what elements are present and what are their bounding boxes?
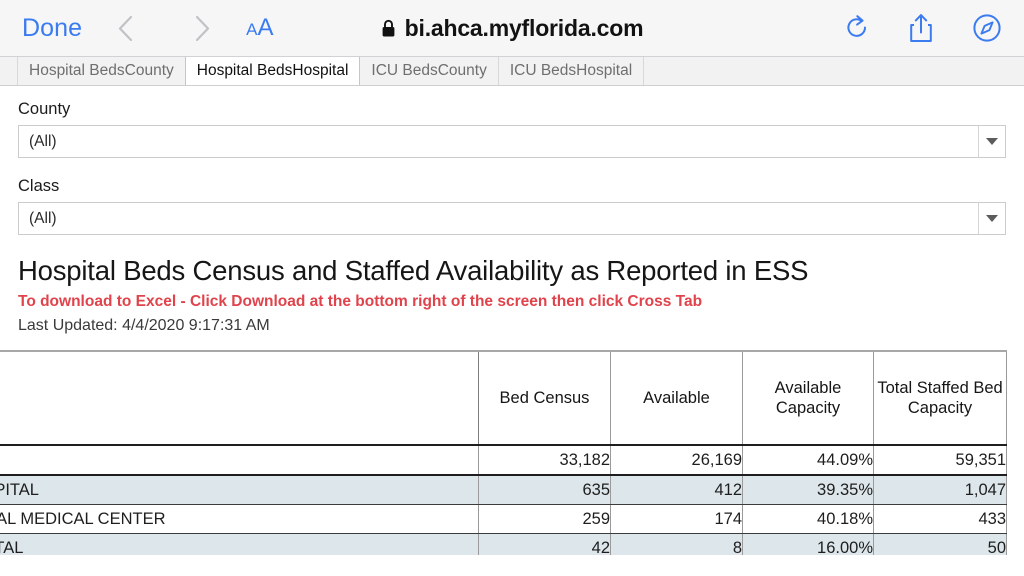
table-body: 33,182 26,169 44.09% 59,351 S HOSPITAL 6… [0, 445, 1007, 556]
forward-button[interactable] [186, 15, 220, 42]
lock-icon [381, 19, 396, 38]
chevron-down-icon [986, 215, 998, 222]
column-header-available-capacity[interactable]: Available Capacity [742, 350, 874, 447]
grand-total-available-capacity: 44.09% [742, 445, 874, 477]
row-bed-census: 259 [478, 504, 611, 535]
done-button[interactable]: Done [22, 14, 88, 43]
class-filter-select[interactable]: (All) [18, 202, 1006, 235]
row-label: S HOSPITAL [0, 474, 479, 506]
tab-icu-beds-hospital[interactable]: ICU BedsHospital [497, 57, 645, 85]
chevron-left-icon [117, 15, 133, 42]
crosstab-table: Bed Census Available Available Capacity … [0, 350, 1007, 556]
county-filter-label: County [18, 100, 71, 118]
grand-total-available: 26,169 [610, 445, 743, 477]
row-total-staffed-bed-capacity: 1,047 [873, 474, 1007, 506]
text-size-button[interactable]: AA [246, 14, 273, 42]
column-header-total-staffed-bed-capacity[interactable]: Total Staffed Bed Capacity [873, 350, 1007, 447]
back-button[interactable] [108, 15, 142, 42]
class-filter-arrow-button[interactable] [978, 203, 1005, 234]
row-total-staffed-bed-capacity: 433 [873, 504, 1007, 535]
dashboard-tab-strip: Hospital BedsCounty Hospital BedsHospita… [0, 57, 1024, 86]
text-size-large-a: A [257, 14, 274, 41]
county-filter-select[interactable]: (All) [18, 125, 1006, 158]
grand-total-row: 33,182 26,169 44.09% 59,351 [0, 445, 1007, 477]
address-bar-inner[interactable]: bi.ahca.myflorida.com [381, 15, 644, 42]
tab-icu-beds-county[interactable]: ICU BedsCounty [359, 57, 499, 85]
grand-total-label [0, 445, 479, 477]
table-row[interactable]: S HOSPITAL 635 412 39.35% 1,047 [0, 474, 1007, 506]
row-available: 174 [610, 504, 743, 535]
table-header: Bed Census Available Available Capacity … [0, 350, 1007, 447]
grand-total-total-staffed-bed-capacity: 59,351 [873, 445, 1007, 477]
row-bed-census: 635 [478, 474, 611, 506]
tab-hospital-beds-hospital[interactable]: Hospital BedsHospital [184, 57, 361, 85]
column-header-available[interactable]: Available [610, 350, 743, 447]
filter-panel: County (All) Class (All) [0, 86, 1024, 235]
report-header: Hospital Beds Census and Staffed Availab… [0, 235, 1024, 335]
share-icon[interactable] [908, 13, 934, 43]
reload-icon[interactable] [844, 14, 870, 42]
row-available: 412 [610, 474, 743, 506]
toolbar-actions [844, 13, 1002, 43]
row-total-staffed-bed-capacity: 50 [873, 533, 1007, 556]
class-filter-value: (All) [29, 209, 57, 227]
table-row[interactable]: EGIONAL MEDICAL CENTER 259 174 40.18% 43… [0, 504, 1007, 535]
browser-toolbar: Done AA bi.ahca.myflorida.com [0, 0, 1024, 57]
table-row[interactable]: HOSPITAL 42 8 16.00% 50 [0, 533, 1007, 556]
row-available-capacity: 39.35% [742, 474, 874, 506]
column-header-bed-census[interactable]: Bed Census [478, 350, 611, 447]
last-updated-text: Last Updated: 4/4/2020 9:17:31 AM [18, 317, 270, 335]
row-bed-census: 42 [478, 533, 611, 556]
tab-strip-filler [643, 57, 1024, 85]
url-text: bi.ahca.myflorida.com [404, 14, 644, 41]
tab-hospital-beds-county[interactable]: Hospital BedsCounty [17, 57, 186, 85]
download-instruction-note: To download to Excel - Click Download at… [18, 292, 703, 310]
row-available-capacity: 16.00% [742, 533, 874, 556]
row-available: 8 [610, 533, 743, 556]
chevron-right-icon [195, 15, 211, 42]
row-label: EGIONAL MEDICAL CENTER [0, 504, 479, 535]
county-filter-value: (All) [29, 132, 57, 150]
class-filter-label: Class [18, 177, 60, 195]
header-row: Bed Census Available Available Capacity … [0, 350, 1007, 447]
column-header-row-label[interactable] [0, 350, 479, 447]
page-title: Hospital Beds Census and Staffed Availab… [18, 255, 809, 286]
crosstab-scroll-area[interactable]: Bed Census Available Available Capacity … [0, 350, 1024, 556]
grand-total-bed-census: 33,182 [478, 445, 611, 477]
row-label: HOSPITAL [0, 533, 479, 556]
safari-compass-icon[interactable] [972, 13, 1002, 43]
county-filter-arrow-button[interactable] [978, 126, 1005, 157]
chevron-down-icon [986, 138, 998, 145]
text-size-small-a: A [246, 20, 258, 39]
row-available-capacity: 40.18% [742, 504, 874, 535]
